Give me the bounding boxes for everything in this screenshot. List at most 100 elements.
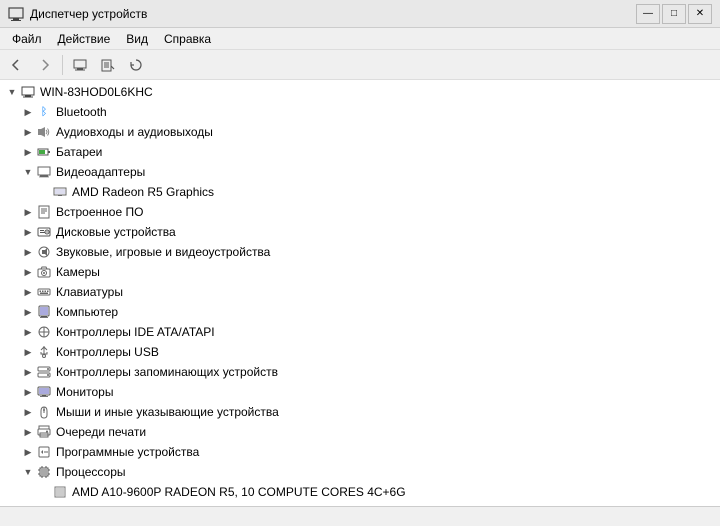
tree-item-monitors[interactable]: Мониторы xyxy=(0,382,720,402)
icon-mice xyxy=(36,404,52,420)
close-button[interactable]: ✕ xyxy=(688,4,712,24)
expand-ide[interactable] xyxy=(20,324,36,340)
tree-item-root[interactable]: WIN-83HOD0L6KHC xyxy=(0,82,720,102)
title-bar-controls: — □ ✕ xyxy=(636,4,712,24)
minimize-button[interactable]: — xyxy=(636,4,660,24)
label-keyboard: Клавиатуры xyxy=(56,285,123,299)
tree-item-software[interactable]: Программные устройства xyxy=(0,442,720,462)
icon-sound xyxy=(36,244,52,260)
expand-keyboard[interactable] xyxy=(20,284,36,300)
label-bluetooth: Bluetooth xyxy=(56,105,107,119)
icon-root xyxy=(20,84,36,100)
icon-cpu1 xyxy=(52,484,68,500)
expand-battery[interactable] xyxy=(20,144,36,160)
tree-item-usb[interactable]: Контроллеры USB xyxy=(0,342,720,362)
tree-item-cameras[interactable]: Камеры xyxy=(0,262,720,282)
icon-cameras xyxy=(36,264,52,280)
label-software: Программные устройства xyxy=(56,445,199,459)
tree-item-print[interactable]: Очереди печати xyxy=(0,422,720,442)
icon-bluetooth: ᛒ xyxy=(36,104,52,120)
label-usb: Контроллеры USB xyxy=(56,345,159,359)
tree-item-storage[interactable]: Контроллеры запоминающих устройств xyxy=(0,362,720,382)
label-disk: Дисковые устройства xyxy=(56,225,176,239)
expand-bluetooth[interactable] xyxy=(20,104,36,120)
expand-print[interactable] xyxy=(20,424,36,440)
menu-file[interactable]: Файл xyxy=(4,30,50,48)
title-bar: Диспетчер устройств — □ ✕ xyxy=(0,0,720,28)
toolbar-refresh[interactable] xyxy=(123,53,149,77)
expand-audio[interactable] xyxy=(20,124,36,140)
expand-video[interactable] xyxy=(20,164,36,180)
label-audio: Аудиовходы и аудиовыходы xyxy=(56,125,213,139)
tree-item-audio[interactable]: Аудиовходы и аудиовыходы xyxy=(0,122,720,142)
tree-item-bluetooth[interactable]: ᛒ Bluetooth xyxy=(0,102,720,122)
icon-usb xyxy=(36,344,52,360)
expand-firmware[interactable] xyxy=(20,204,36,220)
tree-item-firmware[interactable]: Встроенное ПО xyxy=(0,202,720,222)
tree-item-sound[interactable]: Звуковые, игровые и видеоустройства xyxy=(0,242,720,262)
tree-item-cpu1[interactable]: AMD A10-9600P RADEON R5, 10 COMPUTE CORE… xyxy=(0,482,720,502)
menu-action[interactable]: Действие xyxy=(50,30,119,48)
expand-root[interactable] xyxy=(4,84,20,100)
icon-audio xyxy=(36,124,52,140)
label-video: Видеоадаптеры xyxy=(56,165,145,179)
expand-mice[interactable] xyxy=(20,404,36,420)
label-storage: Контроллеры запоминающих устройств xyxy=(56,365,278,379)
expand-storage[interactable] xyxy=(20,364,36,380)
tree-item-video[interactable]: Видеоадаптеры xyxy=(0,162,720,182)
expand-cameras[interactable] xyxy=(20,264,36,280)
icon-video xyxy=(36,164,52,180)
icon-amd xyxy=(52,184,68,200)
tree-item-battery[interactable]: Батареи xyxy=(0,142,720,162)
label-cpu2: AMD A10-9600P RADEON R5, 10 COMPUTE CORE… xyxy=(72,505,406,506)
window-title: Диспетчер устройств xyxy=(30,7,147,21)
menu-view[interactable]: Вид xyxy=(118,30,156,48)
menu-help[interactable]: Справка xyxy=(156,30,219,48)
expand-sound[interactable] xyxy=(20,244,36,260)
label-cameras: Камеры xyxy=(56,265,100,279)
toolbar-forward[interactable] xyxy=(32,53,58,77)
label-computer: Компьютер xyxy=(56,305,118,319)
icon-monitors xyxy=(36,384,52,400)
tree-container: WIN-83HOD0L6KHC ᛒ Bluetooth Аудиовходы и… xyxy=(0,80,720,506)
icon-disk xyxy=(36,224,52,240)
icon-ide xyxy=(36,324,52,340)
icon-computer xyxy=(36,304,52,320)
icon-keyboard xyxy=(36,284,52,300)
expand-computer[interactable] xyxy=(20,304,36,320)
label-sound: Звуковые, игровые и видеоустройства xyxy=(56,245,270,259)
app-icon xyxy=(8,6,24,22)
maximize-button[interactable]: □ xyxy=(662,4,686,24)
menu-bar: Файл Действие Вид Справка xyxy=(0,28,720,50)
device-tree[interactable]: WIN-83HOD0L6KHC ᛒ Bluetooth Аудиовходы и… xyxy=(0,80,720,506)
expand-cpu[interactable] xyxy=(20,464,36,480)
tree-item-amd[interactable]: AMD Radeon R5 Graphics xyxy=(0,182,720,202)
expand-cpu2 xyxy=(36,504,52,506)
expand-software[interactable] xyxy=(20,444,36,460)
label-ide: Контроллеры IDE ATA/ATAPI xyxy=(56,325,215,339)
expand-cpu1 xyxy=(36,484,52,500)
toolbar-computer[interactable] xyxy=(67,53,93,77)
icon-battery xyxy=(36,144,52,160)
expand-disk[interactable] xyxy=(20,224,36,240)
label-firmware: Встроенное ПО xyxy=(56,205,143,219)
icon-cpu xyxy=(36,464,52,480)
tree-item-cpu[interactable]: Процессоры xyxy=(0,462,720,482)
icon-cpu2 xyxy=(52,504,68,506)
toolbar-properties[interactable] xyxy=(95,53,121,77)
icon-software xyxy=(36,444,52,460)
title-bar-left: Диспетчер устройств xyxy=(8,6,147,22)
expand-monitors[interactable] xyxy=(20,384,36,400)
tree-item-disk[interactable]: Дисковые устройства xyxy=(0,222,720,242)
label-print: Очереди печати xyxy=(56,425,146,439)
label-battery: Батареи xyxy=(56,145,102,159)
tree-item-ide[interactable]: Контроллеры IDE ATA/ATAPI xyxy=(0,322,720,342)
tree-item-mice[interactable]: Мыши и иные указывающие устройства xyxy=(0,402,720,422)
tree-item-computer[interactable]: Компьютер xyxy=(0,302,720,322)
expand-amd xyxy=(36,184,52,200)
tree-item-keyboard[interactable]: Клавиатуры xyxy=(0,282,720,302)
toolbar-back[interactable] xyxy=(4,53,30,77)
label-root: WIN-83HOD0L6KHC xyxy=(40,85,153,99)
label-monitors: Мониторы xyxy=(56,385,113,399)
expand-usb[interactable] xyxy=(20,344,36,360)
